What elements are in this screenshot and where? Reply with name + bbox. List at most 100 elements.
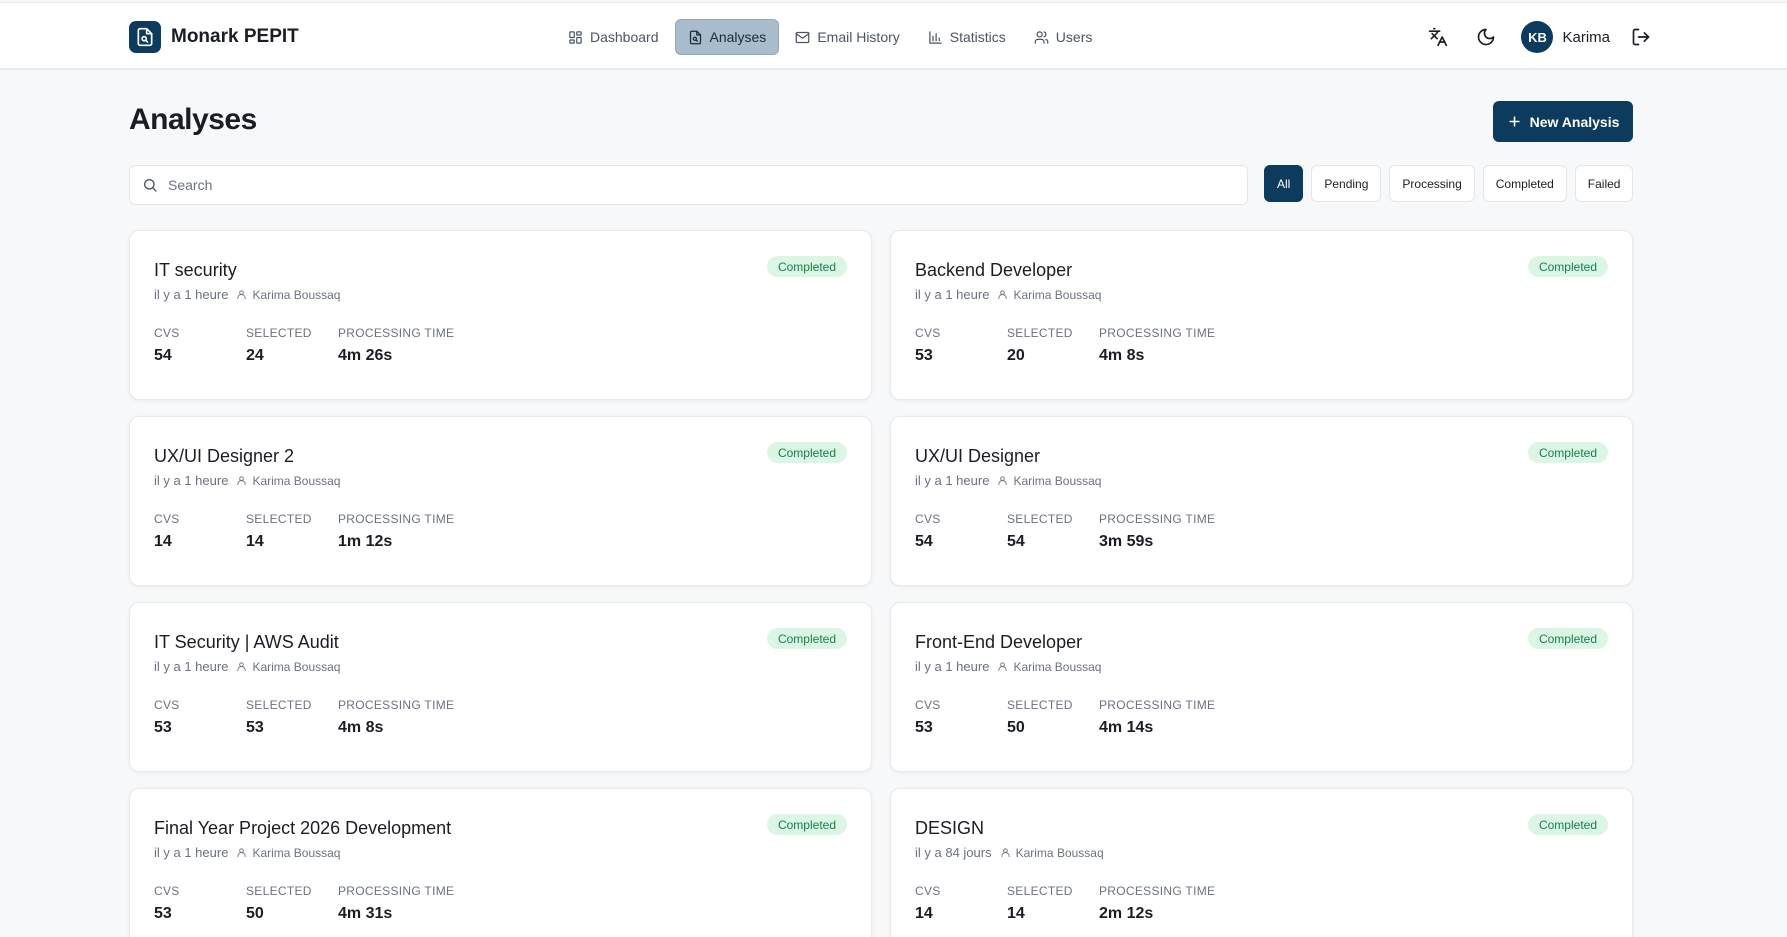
analysis-card[interactable]: DESIGN il y a 84 jours Karima Boussaq Co… [890,788,1633,937]
stat-label: SELECTED [246,512,312,526]
stat-processing-time: PROCESSING TIME 2m 12s [1099,884,1215,923]
analysis-title: Final Year Project 2026 Development [154,818,452,838]
analysis-meta: il y a 1 heure Karima Boussaq [915,659,1608,674]
app-name: Monark PEPIT [171,26,299,47]
stat-cvs: CVS 53 [915,326,1007,365]
users-icon [1034,30,1049,44]
search-box [129,165,1248,205]
analysis-meta: il y a 1 heure Karima Boussaq [154,287,847,302]
nav-item-email-history[interactable]: Email History [783,19,911,55]
analysis-meta: il y a 1 heure Karima Boussaq [154,473,847,488]
status-badge: Completed [1527,256,1608,277]
stat-label: SELECTED [246,698,312,712]
user-icon [998,290,1008,300]
owner-name: Karima Boussaq [252,287,341,302]
stat-processing-time: PROCESSING TIME 4m 8s [1099,326,1215,365]
nav-label: Analyses [709,29,767,45]
stat-value: 20 [1007,347,1025,364]
stat-selected: SELECTED 24 [246,326,338,365]
owner-name: Karima Boussaq [252,845,341,860]
stat-selected: SELECTED 14 [1007,884,1099,923]
analysis-owner: Karima Boussaq [997,288,1101,302]
analysis-meta: il y a 1 heure Karima Boussaq [154,845,847,860]
analysis-owner: Karima Boussaq [236,660,340,674]
nav-item-users[interactable]: Users [1022,19,1105,55]
user-icon [1000,848,1010,858]
analysis-title: UX/UI Designer [915,446,1041,466]
stat-label: CVS [915,326,941,340]
stat-label: PROCESSING TIME [338,326,455,340]
stat-processing-time: PROCESSING TIME 4m 8s [338,698,454,737]
stat-value: 14 [246,533,264,550]
brand[interactable]: Monark PEPIT [129,20,299,54]
stat-value: 24 [246,347,264,364]
grid-icon [569,30,582,44]
theme-toggle-button[interactable] [1469,20,1503,54]
filter-completed[interactable]: Completed [1482,165,1567,202]
filter-pending[interactable]: Pending [1311,165,1382,202]
analysis-stats: CVS 53 SELECTED 50 PROCESSING TIME 4m 14s [915,698,1608,737]
avatar: KB [1521,21,1554,53]
filter-failed[interactable]: Failed [1574,165,1634,202]
analysis-owner: Karima Boussaq [997,474,1101,488]
nav-item-analyses[interactable]: Analyses [674,19,780,55]
stat-label: SELECTED [1007,512,1073,526]
status-badge: Completed [1527,442,1608,463]
stat-label: CVS [154,884,180,898]
stat-value: 50 [246,905,264,922]
filter-all[interactable]: All [1264,165,1304,202]
new-analysis-button[interactable]: New Analysis [1493,101,1633,142]
owner-name: Karima Boussaq [252,473,341,488]
analysis-meta: il y a 84 jours Karima Boussaq [915,845,1608,860]
nav-label: Users [1055,29,1093,45]
stat-label: CVS [154,326,180,340]
analysis-meta: il y a 1 heure Karima Boussaq [154,659,847,674]
bar-chart-icon [929,30,942,44]
analysis-card[interactable]: UX/UI Designer il y a 1 heure Karima Bou… [890,416,1633,586]
filter-processing[interactable]: Processing [1389,165,1475,202]
user-icon [237,662,247,672]
stat-value: 4m 8s [338,719,384,736]
stat-value: 4m 26s [338,347,393,364]
stat-cvs: CVS 14 [154,512,246,551]
analysis-title: DESIGN [915,818,985,838]
logout-button[interactable] [1624,20,1658,54]
analysis-title: Backend Developer [915,260,1073,280]
stat-selected: SELECTED 14 [246,512,338,551]
user-icon [998,662,1008,672]
translate-button[interactable] [1421,20,1455,54]
stat-processing-time: PROCESSING TIME 4m 14s [1099,698,1215,737]
nav-item-statistics[interactable]: Statistics [916,19,1018,55]
user-menu[interactable]: KB Karima [1521,21,1610,53]
stat-label: SELECTED [246,326,312,340]
analysis-stats: CVS 53 SELECTED 53 PROCESSING TIME 4m 8s [154,698,847,737]
analysis-meta: il y a 1 heure Karima Boussaq [915,473,1608,488]
search-input[interactable] [168,177,1218,193]
translate-icon [1429,27,1448,47]
analysis-card[interactable]: Backend Developer il y a 1 heure Karima … [890,230,1633,400]
analysis-time-ago: il y a 1 heure [915,287,990,302]
analysis-card[interactable]: IT Security | AWS Audit il y a 1 heure K… [129,602,872,772]
user-icon [237,848,247,858]
analysis-card[interactable]: Final Year Project 2026 Development il y… [129,788,872,937]
top-navbar: Monark PEPIT Dashboard Analyses Email Hi… [0,2,1787,70]
app-logo-icon [129,21,161,53]
nav-item-dashboard[interactable]: Dashboard [556,19,671,55]
header-tools: KB Karima [1421,20,1658,54]
stat-cvs: CVS 53 [154,698,246,737]
stat-value: 14 [915,905,933,922]
owner-name: Karima Boussaq [252,659,341,674]
stat-label: SELECTED [246,884,312,898]
analysis-stats: CVS 53 SELECTED 20 PROCESSING TIME 4m 8s [915,326,1608,365]
analysis-time-ago: il y a 1 heure [154,287,229,302]
stat-value: 4m 31s [338,905,393,922]
analysis-card[interactable]: Front-End Developer il y a 1 heure Karim… [890,602,1633,772]
stat-label: PROCESSING TIME [1099,512,1216,526]
stat-selected: SELECTED 53 [246,698,338,737]
stat-processing-time: PROCESSING TIME 4m 31s [338,884,454,923]
analysis-card[interactable]: IT security il y a 1 heure Karima Boussa… [129,230,872,400]
analysis-card[interactable]: UX/UI Designer 2 il y a 1 heure Karima B… [129,416,872,586]
stat-value: 2m 12s [1099,905,1154,922]
analysis-owner: Karima Boussaq [236,846,340,860]
stat-value: 53 [154,719,172,736]
